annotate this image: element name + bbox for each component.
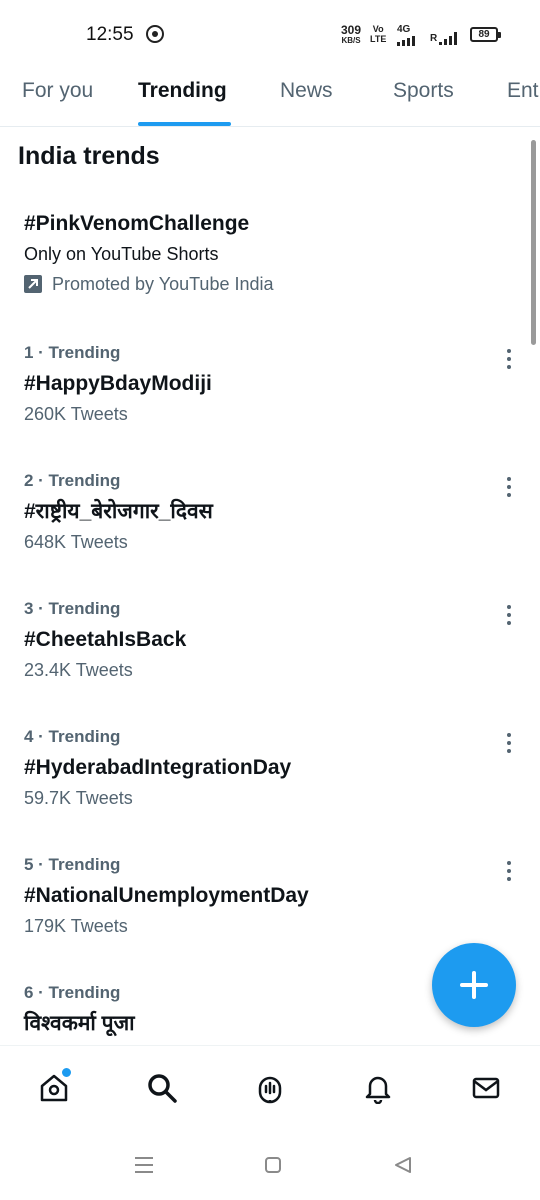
battery-level: 89 bbox=[478, 29, 490, 40]
more-options-icon[interactable] bbox=[504, 603, 514, 627]
trend-meta: 2 · Trending bbox=[24, 471, 121, 490]
trend-item[interactable]: 2 · Trending #राष्ट्रीय_बेरोजगार_दिवस 64… bbox=[24, 470, 524, 570]
tab-sports[interactable]: Sports bbox=[393, 70, 454, 126]
volte-top: Vo bbox=[372, 24, 384, 34]
trend-name: #HappyBdayModiji bbox=[24, 372, 212, 395]
volte-bottom: LTE bbox=[370, 34, 387, 44]
messages-icon[interactable] bbox=[464, 1066, 508, 1110]
tab-news[interactable]: News bbox=[280, 70, 333, 126]
trend-count: 648K Tweets bbox=[24, 532, 128, 552]
trend-meta: 4 · Trending bbox=[24, 727, 121, 746]
signal-icon bbox=[397, 36, 415, 46]
active-tab-indicator bbox=[138, 122, 231, 126]
trend-name: #CheetahIsBack bbox=[24, 628, 187, 651]
tab-for-you[interactable]: For you bbox=[22, 70, 93, 126]
trend-count: 179K Tweets bbox=[24, 916, 128, 936]
recent-apps-icon[interactable] bbox=[135, 1157, 153, 1173]
back-icon[interactable] bbox=[394, 1156, 412, 1174]
home-notification-dot bbox=[60, 1066, 73, 1079]
promoted-by-text: Promoted by YouTube India bbox=[52, 274, 274, 294]
roaming-indicator: R bbox=[430, 33, 438, 44]
trend-meta: 1 · Trending bbox=[24, 343, 121, 362]
spaces-icon[interactable] bbox=[248, 1066, 292, 1110]
battery-icon: 89 bbox=[470, 27, 501, 42]
explore-tabs: For you Trending News Sports Ent bbox=[0, 70, 540, 127]
promoted-by-line: Promoted by YouTube India bbox=[24, 272, 504, 296]
status-time: 12:55 bbox=[86, 24, 134, 45]
network-speed-unit: KB/S bbox=[341, 36, 361, 45]
network-speed: 309 KB/S bbox=[341, 24, 361, 45]
status-bar: 12:55 309 KB/S Vo LTE 4G R 89 bbox=[0, 0, 540, 70]
trend-item[interactable]: 3 · Trending #CheetahIsBack 23.4K Tweets bbox=[24, 598, 524, 698]
trend-count: 23.4K Tweets bbox=[24, 660, 133, 680]
signal-icon-2 bbox=[439, 32, 457, 45]
trend-name: #HyderabadIntegrationDay bbox=[24, 756, 292, 779]
volte-indicator: Vo LTE bbox=[370, 24, 386, 44]
promoted-trend-subtitle: Only on YouTube Shorts bbox=[24, 244, 219, 264]
more-options-icon[interactable] bbox=[504, 731, 514, 755]
whatsapp-notification-icon bbox=[146, 25, 164, 43]
more-options-icon[interactable] bbox=[504, 859, 514, 883]
trend-item[interactable]: 5 · Trending #NationalUnemploymentDay 17… bbox=[24, 854, 524, 954]
trend-meta: 3 · Trending bbox=[24, 599, 121, 618]
section-title: India trends bbox=[18, 142, 160, 170]
trend-name: #NationalUnemploymentDay bbox=[24, 884, 309, 907]
promoted-icon bbox=[24, 275, 42, 293]
scrollbar[interactable] bbox=[531, 140, 536, 345]
tab-trending[interactable]: Trending bbox=[138, 70, 227, 126]
trend-count: 260K Tweets bbox=[24, 404, 128, 424]
trend-name: #राष्ट्रीय_बेरोजगार_दिवस bbox=[24, 500, 213, 523]
network-type: 4G bbox=[397, 24, 411, 35]
home-button-icon[interactable] bbox=[265, 1157, 281, 1173]
compose-tweet-button[interactable] bbox=[432, 943, 516, 1027]
bottom-navigation bbox=[0, 1045, 540, 1136]
search-icon[interactable] bbox=[140, 1066, 184, 1110]
promoted-trend[interactable]: #PinkVenomChallenge Only on YouTube Shor… bbox=[24, 210, 504, 296]
trend-count: 59.7K Tweets bbox=[24, 788, 133, 808]
notifications-icon[interactable] bbox=[356, 1066, 400, 1110]
more-options-icon[interactable] bbox=[504, 475, 514, 499]
system-navigation-bar bbox=[0, 1135, 540, 1200]
trend-item[interactable]: 4 · Trending #HyderabadIntegrationDay 59… bbox=[24, 726, 524, 826]
trend-item[interactable]: 1 · Trending #HappyBdayModiji 260K Tweet… bbox=[24, 342, 524, 442]
promoted-trend-title: #PinkVenomChallenge bbox=[24, 212, 250, 235]
network-speed-value: 309 bbox=[341, 23, 362, 37]
more-options-icon[interactable] bbox=[504, 347, 514, 371]
trend-meta: 5 · Trending bbox=[24, 855, 121, 874]
tab-entertainment[interactable]: Ent bbox=[507, 70, 539, 126]
